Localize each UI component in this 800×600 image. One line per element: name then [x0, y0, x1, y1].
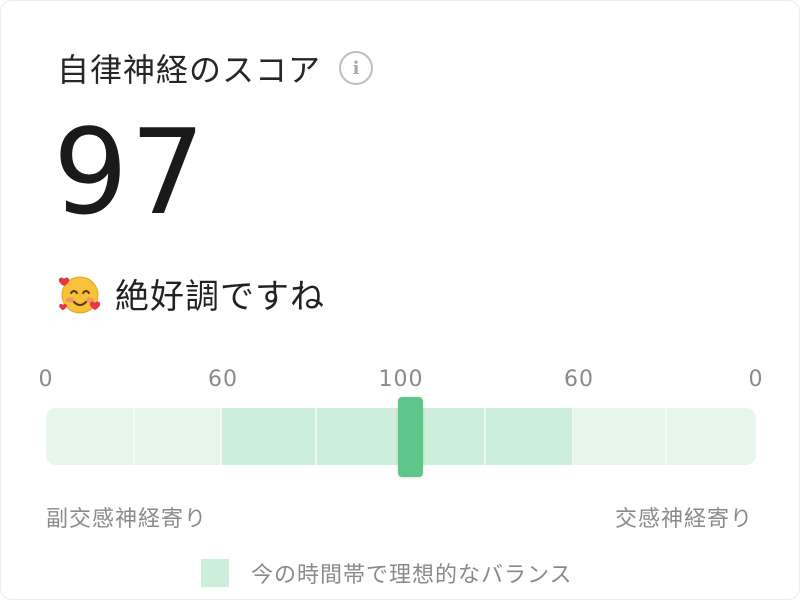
info-icon[interactable]: i — [339, 51, 374, 85]
gauge-segment-ideal — [222, 408, 317, 465]
legend: 今の時間帯で理想的なバランス — [201, 557, 573, 589]
gauge-segment — [135, 408, 222, 465]
balance-marker — [398, 397, 423, 477]
card-title: 自律神経のスコア — [57, 51, 322, 89]
autonomic-score-card: 自律神経のスコア i 97 絶好調ですね 0 60 100 60 0 副交感神経… — [0, 0, 800, 600]
gauge-segment-ideal — [486, 408, 574, 465]
gauge-tick-left-60: 60 — [208, 367, 238, 392]
sympathetic-label: 交感神経寄り — [614, 507, 753, 532]
gauge-tick-center-100: 100 — [378, 367, 424, 392]
status-text: 絶好調ですね — [115, 277, 325, 317]
gauge-segment — [46, 408, 135, 465]
score-value: 97 — [53, 103, 208, 241]
gauge-tick-right-60: 60 — [564, 367, 594, 392]
parasympathetic-label: 副交感神経寄り — [46, 507, 208, 532]
legend-swatch — [201, 559, 229, 587]
gauge-segment-ideal — [317, 408, 401, 465]
legend-text: 今の時間帯で理想的なバランス — [251, 563, 573, 588]
gauge-segment — [574, 408, 667, 465]
smiling-face-with-hearts-icon — [58, 276, 101, 313]
title-row: 自律神経のスコア i — [57, 45, 374, 91]
gauge-segment — [667, 408, 756, 465]
status-row: 絶好調ですね — [57, 269, 325, 318]
gauge-tick-right-0: 0 — [748, 367, 764, 392]
gauge-tick-left-0: 0 — [38, 367, 54, 392]
